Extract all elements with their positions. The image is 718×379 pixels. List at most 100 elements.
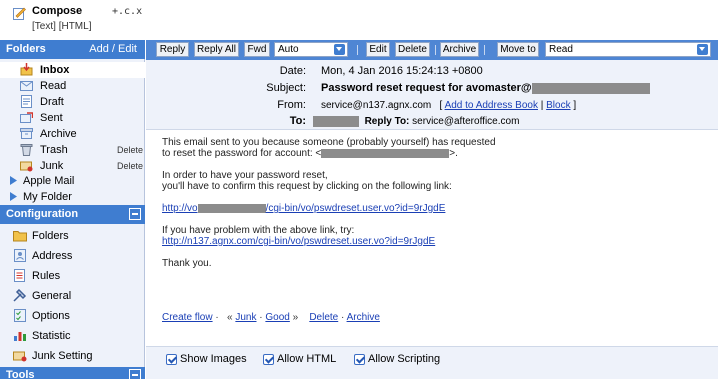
sidebar-item-label: Read: [40, 80, 67, 92]
config-item-label: Rules: [32, 270, 61, 282]
sidebar-item-apple-mail[interactable]: Apple Mail: [0, 173, 145, 189]
from-address[interactable]: service@n137.agnx.com: [321, 100, 431, 111]
sidebar-item-inbox[interactable]: Inbox: [0, 62, 145, 78]
allow-html-checkbox[interactable]: [263, 354, 274, 365]
forward-mode-value: Auto: [278, 44, 299, 55]
config-item-label: Junk Setting: [32, 350, 93, 362]
sidebar: Compose +.c.x [Text] [HTML] Folders Add …: [0, 0, 145, 379]
reset-link-end[interactable]: /cgi-bin/vo/pswdreset.user.vo?id=9rJgdE: [266, 203, 446, 214]
body-text: In order to have your password reset,: [162, 170, 328, 181]
config-item-statistic[interactable]: Statistic: [0, 326, 145, 346]
forward-mode-select[interactable]: Auto: [274, 42, 348, 57]
compose-icon[interactable]: [13, 7, 26, 20]
add-to-address-book-link[interactable]: Add to Address Book: [445, 100, 538, 111]
config-item-folders[interactable]: Folders: [0, 226, 145, 246]
message-headers: Date: Mon, 4 Jan 2016 15:24:13 +0800 Sub…: [146, 60, 718, 130]
subject-value: Password reset request for avomaster@: [321, 82, 650, 94]
delete-link[interactable]: Delete: [309, 312, 338, 323]
alternate-reset-link[interactable]: http://n137.agnx.com/cgi-bin/vo/pswdrese…: [162, 236, 435, 247]
draft-icon: [21, 95, 32, 108]
configuration-title: Configuration: [6, 208, 79, 220]
reply-all-button[interactable]: Reply All: [194, 42, 239, 57]
display-options-bar: Show Images Allow HTML Allow Scripting: [146, 346, 718, 379]
statistic-icon: [14, 332, 26, 341]
expand-arrow-icon[interactable]: [10, 176, 17, 185]
collapse-icon[interactable]: [129, 208, 141, 220]
block-link[interactable]: Block: [546, 100, 570, 111]
sidebar-item-read[interactable]: Read: [0, 78, 145, 94]
tools-header[interactable]: Tools: [0, 367, 145, 379]
move-target-value: Read: [549, 44, 573, 55]
reply-to-address[interactable]: service@afteroffice.com: [412, 116, 519, 127]
date-label: Date:: [279, 65, 306, 77]
sidebar-item-archive[interactable]: Archive: [0, 126, 145, 142]
subject-label: Subject:: [266, 82, 306, 94]
body-text: >.: [449, 148, 458, 159]
config-item-junk-setting[interactable]: Junk Setting: [0, 346, 145, 366]
config-item-label: Folders: [32, 230, 69, 242]
config-item-general[interactable]: General: [0, 286, 145, 306]
config-item-address[interactable]: Address: [0, 246, 145, 266]
config-item-options[interactable]: Options: [0, 306, 145, 326]
allow-scripting-checkbox[interactable]: [354, 354, 365, 365]
options-icon: [14, 309, 26, 322]
forward-button[interactable]: Fwd: [244, 42, 270, 57]
reply-button[interactable]: Reply: [156, 42, 189, 57]
mark-good-link[interactable]: Good: [265, 312, 289, 323]
top-band: [146, 0, 718, 40]
mark-junk-link[interactable]: Junk: [235, 312, 256, 323]
collapse-icon[interactable]: [129, 369, 141, 379]
sidebar-item-my-folder[interactable]: My Folder: [0, 189, 145, 205]
archive-link[interactable]: Archive: [347, 312, 380, 323]
show-images-label: Show Images: [180, 353, 247, 365]
sidebar-item-label: Sent: [40, 112, 63, 124]
sidebar-item-junk[interactable]: Junk Delete: [0, 158, 145, 174]
config-item-label: General: [32, 290, 72, 302]
sidebar-item-label: Inbox: [40, 64, 70, 76]
read-icon: [20, 81, 33, 91]
config-item-rules[interactable]: Rules: [0, 266, 145, 286]
move-to-button[interactable]: Move to: [497, 42, 539, 57]
subject-row: Subject: Password reset request for avom…: [146, 79, 718, 96]
reset-link-start[interactable]: http://vo: [162, 203, 198, 214]
compose-html-link[interactable]: [HTML]: [59, 21, 92, 32]
reset-link[interactable]: http://vo/cgi-bin/vo/pswdreset.user.vo?i…: [162, 203, 445, 214]
expand-arrow-icon[interactable]: [10, 192, 17, 201]
junk-delete-link[interactable]: Delete: [117, 161, 143, 171]
to-row: To: Reply To: service@afteroffice.com: [146, 112, 718, 129]
folders-icon: [13, 231, 27, 242]
redaction: [197, 203, 266, 213]
sidebar-item-draft[interactable]: Draft: [0, 94, 145, 110]
move-target-select[interactable]: Read: [545, 42, 711, 57]
add-edit-folders-link[interactable]: Add / Edit: [89, 43, 137, 55]
redaction: [321, 148, 450, 158]
body-text: you'll have to confirm this request by c…: [162, 181, 452, 192]
body-text: This email sent to you because someone (…: [162, 137, 496, 148]
rules-icon: [14, 269, 25, 282]
create-flow-link[interactable]: Create flow: [162, 312, 213, 323]
toolbar-divider: [484, 45, 485, 55]
general-icon: [13, 289, 27, 302]
compose-button[interactable]: Compose: [32, 5, 82, 17]
sidebar-item-label: Draft: [40, 96, 64, 108]
message-toolbar: Reply Reply All Fwd Auto Edit Delete Arc…: [146, 40, 718, 60]
delete-button[interactable]: Delete: [395, 42, 430, 57]
edit-button[interactable]: Edit: [366, 42, 390, 57]
folders-header: Folders Add / Edit: [0, 40, 145, 59]
body-text: to reset the password for account: <: [162, 148, 322, 159]
configuration-header[interactable]: Configuration: [0, 205, 145, 224]
sidebar-item-trash[interactable]: Trash Delete: [0, 142, 145, 158]
compose-text-link[interactable]: [Text]: [32, 21, 56, 32]
reply-to-label: Reply To:: [364, 116, 410, 128]
message-actions: Create flow · « Junk · Good » Delete · A…: [162, 312, 380, 323]
message-view: Reply Reply All Fwd Auto Edit Delete Arc…: [146, 0, 718, 379]
trash-delete-link[interactable]: Delete: [117, 145, 143, 155]
sidebar-item-label: Archive: [40, 128, 77, 140]
show-images-checkbox[interactable]: [166, 354, 177, 365]
compose-panel: Compose +.c.x [Text] [HTML]: [0, 0, 145, 40]
sidebar-item-sent[interactable]: Sent: [0, 110, 145, 126]
compose-shortcut[interactable]: +.c.x: [112, 6, 142, 17]
sidebar-item-label: Apple Mail: [23, 175, 75, 187]
trash-icon: [20, 144, 33, 156]
archive-button[interactable]: Archive: [440, 42, 479, 57]
